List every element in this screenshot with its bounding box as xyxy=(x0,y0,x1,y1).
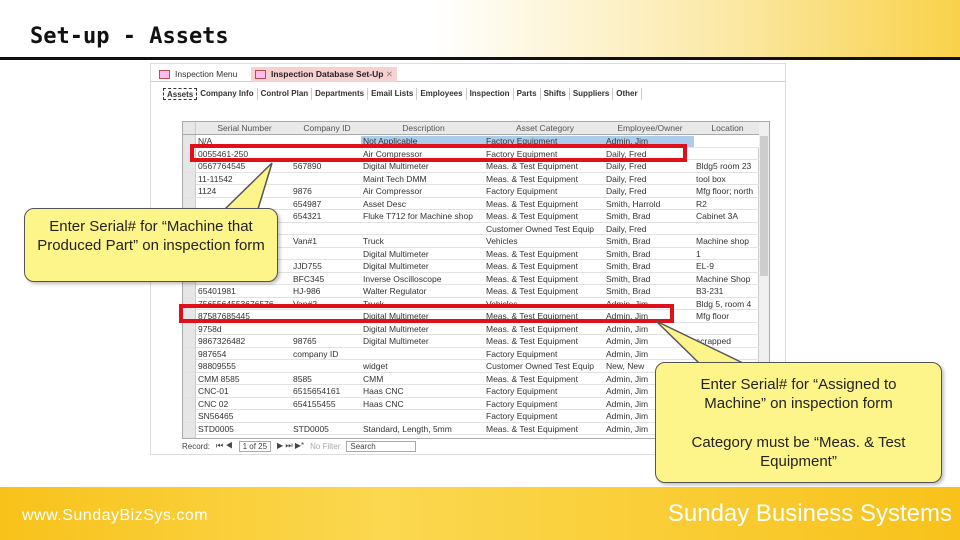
callout-machine-produced: Enter Serial# for “Machine that Produced… xyxy=(24,208,278,282)
footer-url: www.SundayBizSys.com xyxy=(22,507,209,524)
callout-assigned-machine: Enter Serial# for “Assigned to Machine” … xyxy=(655,362,942,483)
slide-footer: www.SundayBizSys.com Sunday Business Sys… xyxy=(0,487,960,540)
footer-company: Sunday Business Systems xyxy=(667,500,952,527)
